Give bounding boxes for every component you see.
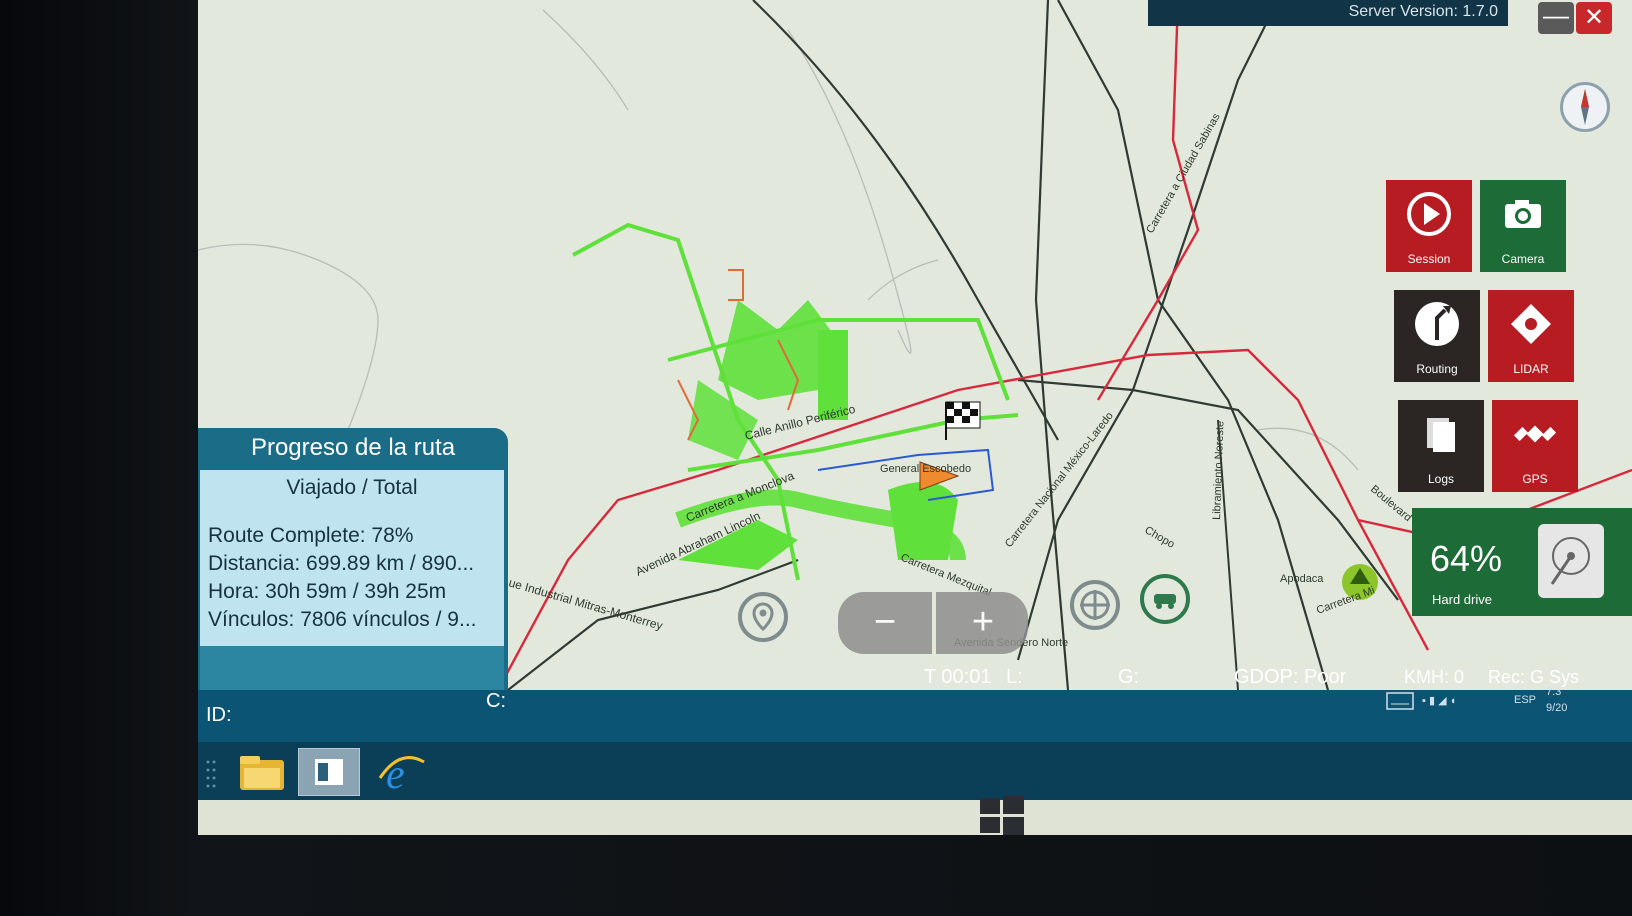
compass-icon[interactable] — [1560, 82, 1610, 132]
app-screen: Calle Anillo Periférico Carretera a Monc… — [198, 0, 1632, 835]
center-map-button[interactable] — [1070, 580, 1120, 630]
distance-value: Distancia: 699.89 km / 890... — [208, 552, 475, 575]
server-version-bar: Server Version: 1.7.0 — [1148, 0, 1508, 26]
tile-label: Logs — [1427, 472, 1455, 486]
panel-footer — [200, 646, 504, 690]
l-field: L: — [1006, 666, 1023, 688]
route-progress-panel: Progreso de la ruta Viajado / Total Rout… — [198, 428, 508, 690]
time-value: Hora: 30h 59m / 39h 25m — [208, 580, 447, 603]
logs-tile[interactable]: Logs — [1398, 400, 1484, 492]
panel-subtitle: Viajado / Total — [286, 476, 418, 499]
location-pin-button[interactable] — [738, 592, 788, 642]
map-label: Apodaca — [1280, 573, 1324, 585]
panel-title: Progreso de la ruta — [250, 434, 456, 461]
car-icon — [1154, 594, 1176, 609]
tile-label: Camera — [1501, 252, 1545, 266]
session-tile[interactable]: Session — [1386, 180, 1472, 272]
id-field: ID: — [206, 704, 232, 726]
logs-icon — [1427, 418, 1455, 452]
clock-date[interactable]: 9/20 — [1546, 702, 1567, 714]
panel-body: Viajado / Total Route Complete: 78% Dist… — [200, 470, 504, 646]
clock-time[interactable]: 7:3 — [1546, 686, 1561, 698]
app-window-icon[interactable] — [298, 748, 360, 796]
follow-vehicle-button[interactable] — [1140, 574, 1190, 624]
zoom-out-button[interactable]: − — [838, 592, 932, 654]
hard-drive-percent: 64% — [1430, 538, 1503, 579]
language-indicator[interactable]: ESP — [1514, 694, 1536, 706]
map-label: Carretera Nacional México-Laredo — [1003, 410, 1116, 550]
map-label: Calle Anillo Periférico — [743, 402, 857, 443]
file-explorer-icon[interactable] — [232, 748, 294, 796]
lidar-tile[interactable]: LIDAR — [1488, 290, 1574, 382]
camera-tile[interactable]: Camera — [1480, 180, 1566, 272]
lidar-icon — [1511, 304, 1551, 344]
map-label: Chopo — [1143, 524, 1177, 551]
system-tray: ▪ ▮ ◢ ◖ ESP 7:3 9/20 — [1386, 682, 1632, 718]
satellite-icon — [1513, 425, 1557, 443]
windows-logo-icon — [978, 794, 1026, 838]
tile-label: GPS — [1522, 472, 1548, 486]
zoom-in-button[interactable]: + — [936, 592, 1030, 654]
links-value: Vínculos: 7806 vínculos / 9... — [208, 608, 477, 631]
crosshair-icon — [1080, 590, 1110, 620]
gdop-status: GDOP: Poor — [1234, 666, 1347, 688]
gps-tile[interactable]: GPS — [1492, 400, 1578, 492]
route-complete: Route Complete: 78% — [208, 524, 414, 547]
finish-flag-icon — [945, 401, 981, 440]
timer: T 00:01 — [924, 666, 992, 688]
server-version: Server Version: 1.7.0 — [1348, 3, 1498, 20]
hard-drive-label: Hard drive — [1432, 592, 1492, 607]
routing-icon — [1415, 302, 1459, 346]
play-icon — [1407, 192, 1451, 236]
tile-label: Session — [1407, 252, 1451, 266]
minimize-button[interactable]: — — [1538, 2, 1574, 34]
zoom-control: − + — [838, 592, 1028, 654]
close-button[interactable]: ✕ — [1576, 2, 1612, 34]
tile-label: LIDAR — [1513, 362, 1549, 376]
internet-explorer-icon[interactable]: e — [370, 748, 432, 798]
keyboard-icon[interactable] — [1386, 692, 1414, 710]
map-label: General Escobedo — [880, 463, 971, 475]
c-field: C: — [486, 690, 506, 712]
hard-drive-icon — [1538, 524, 1604, 598]
tile-label: Routing — [1416, 362, 1458, 376]
location-pin-icon — [752, 602, 774, 632]
taskbar: e — [198, 742, 1632, 800]
routing-tile[interactable]: Routing — [1394, 290, 1480, 382]
camera-icon — [1505, 200, 1541, 228]
map-label: Carretera a Ciudad Sabinas — [1144, 111, 1223, 236]
taskbar-grip-icon — [204, 748, 220, 796]
map-label: ue Industrial Mitras-Monterrey — [507, 575, 664, 632]
g-field: G: — [1118, 666, 1140, 688]
flag-icon[interactable]: ▪ ▮ ◢ ◖ — [1422, 694, 1456, 707]
hard-drive-tile[interactable]: 64% Hard drive — [1412, 508, 1632, 616]
